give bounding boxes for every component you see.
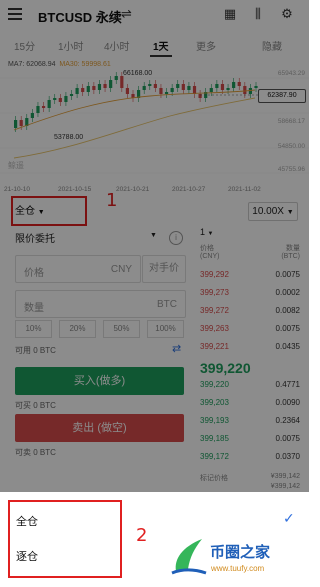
- modal-backdrop[interactable]: [0, 0, 309, 492]
- highlight-box-2: [8, 500, 122, 578]
- check-icon: ✓: [283, 510, 295, 526]
- site-logo-text: 币圈之家: [210, 544, 271, 561]
- site-logo-url: www.tuufy.com: [211, 564, 265, 573]
- site-logo-icon: [171, 539, 207, 575]
- annotation-2: 2: [136, 525, 148, 546]
